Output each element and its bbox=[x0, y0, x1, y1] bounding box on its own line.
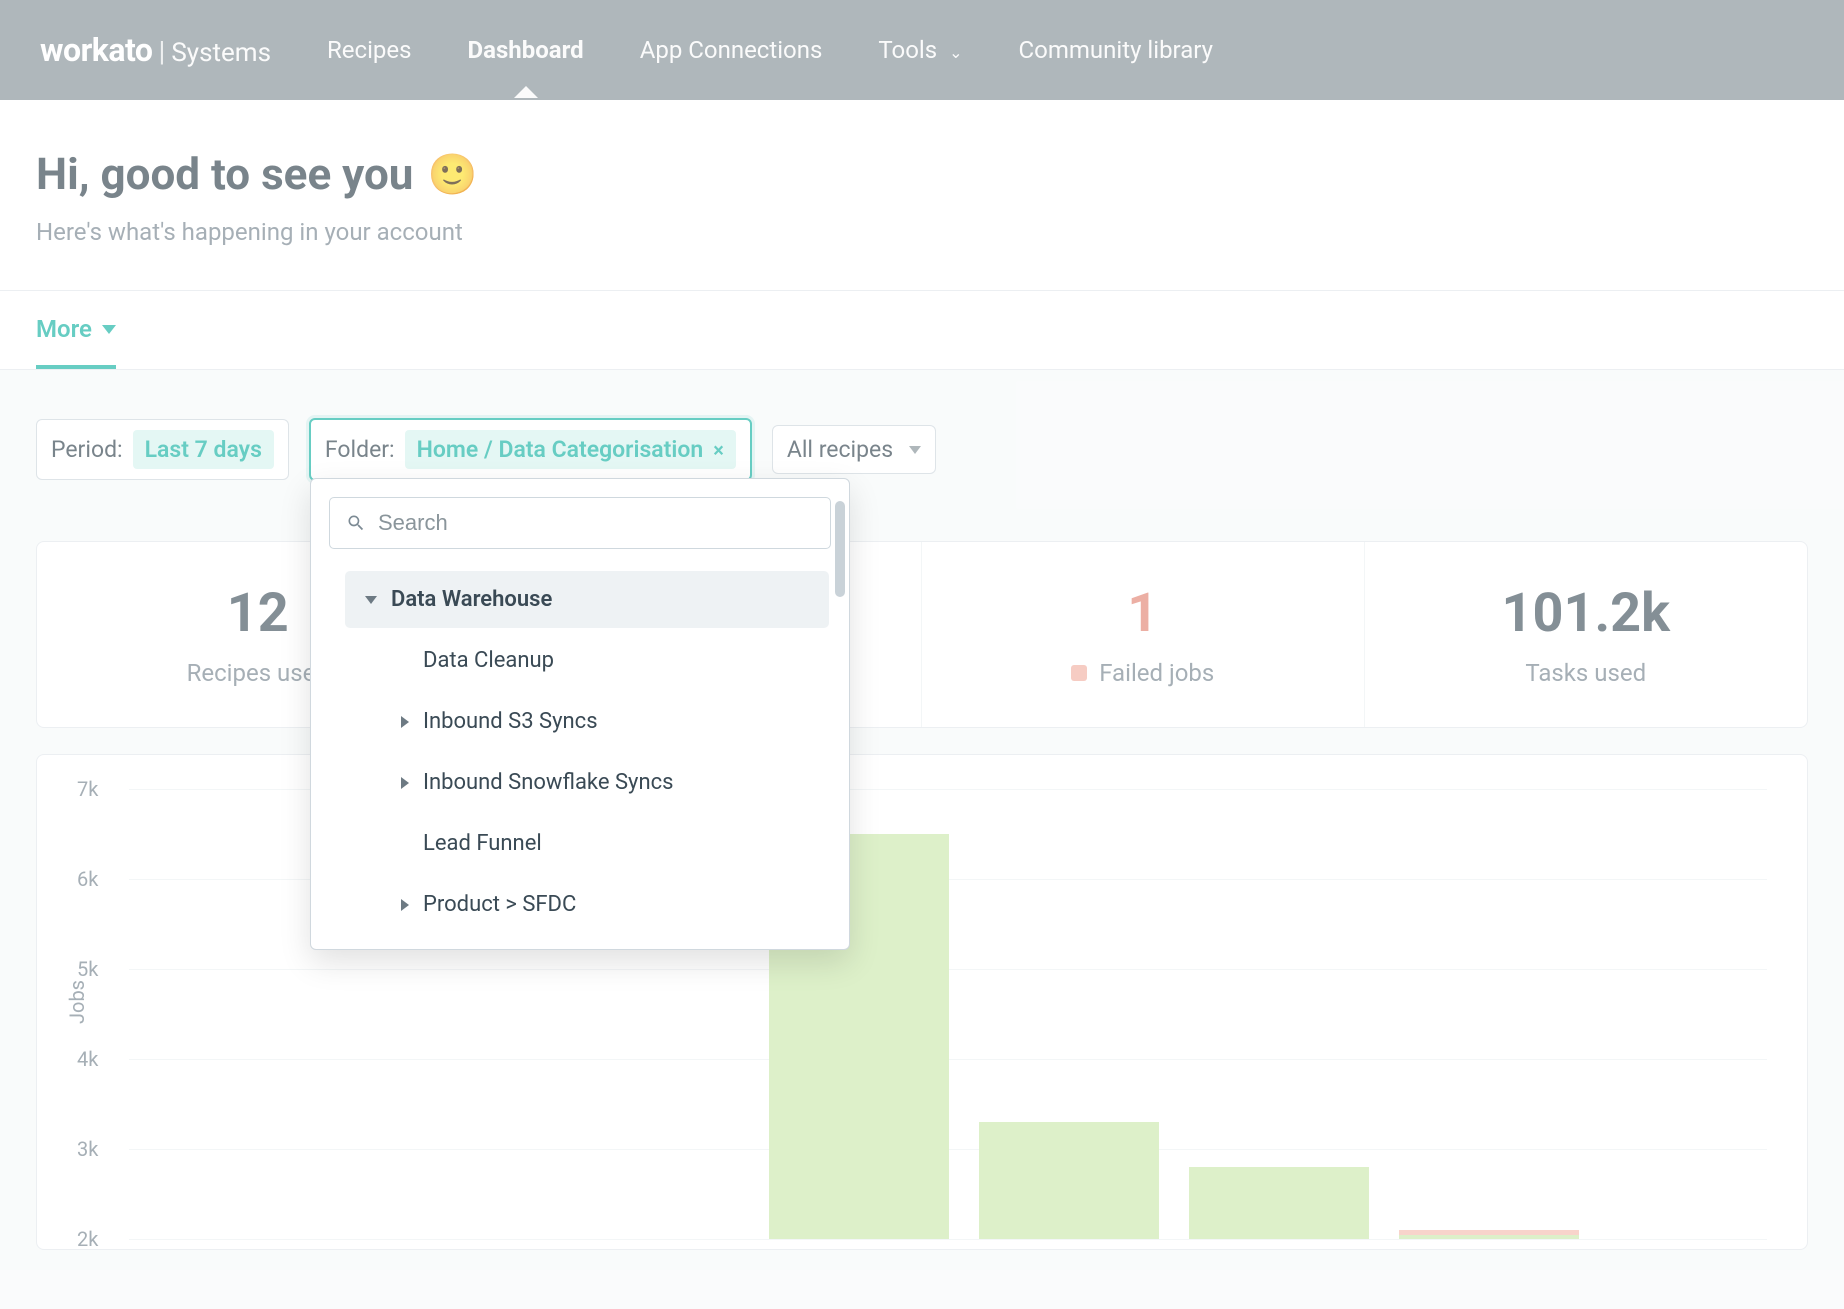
smile-emoji-icon: 🙂 bbox=[427, 151, 477, 198]
chevron-right-icon bbox=[401, 716, 409, 728]
close-icon[interactable]: × bbox=[713, 438, 724, 462]
nav-tools[interactable]: Tools ⌄ bbox=[878, 36, 962, 64]
chart-bar-successful bbox=[979, 1122, 1159, 1239]
brand: workato | Systems bbox=[40, 31, 271, 69]
chevron-right-icon bbox=[401, 777, 409, 789]
stat-tasks-used-value: 101.2k bbox=[1385, 582, 1788, 645]
filter-period-value: Last 7 days bbox=[145, 436, 262, 463]
filter-folder-label: Folder: bbox=[325, 436, 395, 463]
search-icon bbox=[346, 513, 366, 533]
stat-recipes-used-label: Recipes used bbox=[187, 659, 329, 687]
brand-divider-icon: | bbox=[158, 35, 165, 68]
chart-ytick: 3k bbox=[77, 1137, 98, 1161]
chart-bar bbox=[1399, 789, 1579, 1239]
chart-bar bbox=[979, 789, 1159, 1239]
search-input[interactable] bbox=[378, 510, 814, 536]
tree-item-label: Inbound Snowflake Syncs bbox=[423, 770, 673, 795]
filter-period-label: Period: bbox=[51, 436, 123, 463]
filter-period[interactable]: Period: Last 7 days bbox=[36, 419, 289, 480]
chart-bar-successful bbox=[1189, 1167, 1369, 1239]
tree-item[interactable]: Inbound S3 Syncs bbox=[381, 693, 829, 750]
tree-item-label: Data Cleanup bbox=[423, 648, 554, 673]
tree-item-label: Inbound S3 Syncs bbox=[423, 709, 598, 734]
chart-ylabel: Jobs bbox=[65, 980, 89, 1024]
filter-folder-chip: Home / Data Categorisation × bbox=[405, 430, 736, 469]
nav-community-library[interactable]: Community library bbox=[1019, 36, 1213, 64]
tab-more[interactable]: More bbox=[36, 315, 116, 369]
nav-items: Recipes Dashboard App Connections Tools … bbox=[327, 36, 1213, 64]
brand-name: workato bbox=[40, 31, 152, 69]
tree-item[interactable]: Inbound Snowflake Syncs bbox=[381, 754, 829, 811]
folder-dropdown: Data Warehouse Data Cleanup Inbound S3 Syn… bbox=[310, 478, 850, 950]
tree-item-label: Lead Funnel bbox=[423, 831, 542, 856]
chevron-right-icon bbox=[401, 899, 409, 911]
stat-failed-jobs-label: Failed jobs bbox=[1071, 659, 1214, 687]
filter-folder-value: Home / Data Categorisation bbox=[417, 436, 704, 463]
scrollbar[interactable] bbox=[835, 501, 845, 597]
nav-dashboard[interactable]: Dashboard bbox=[468, 36, 584, 64]
brand-sub: Systems bbox=[171, 38, 271, 68]
filter-period-chip: Last 7 days bbox=[133, 430, 274, 469]
tree-item-label: Data Warehouse bbox=[391, 587, 552, 612]
tab-more-label: More bbox=[36, 315, 92, 343]
tree-item[interactable]: Lead Funnel bbox=[381, 815, 829, 872]
stat-tasks-used-label: Tasks used bbox=[1525, 659, 1646, 687]
chart-ytick: 6k bbox=[77, 867, 98, 891]
chart-ytick: 5k bbox=[77, 957, 98, 981]
chart-gridline bbox=[129, 1239, 1767, 1240]
tabs-row: More bbox=[0, 291, 1844, 370]
chart-bar bbox=[1189, 789, 1369, 1239]
page-header: Hi, good to see you 🙂 Here's what's happ… bbox=[0, 100, 1844, 291]
tree-item[interactable]: Product > SFDC bbox=[381, 876, 829, 933]
tree-item[interactable]: Data Warehouse bbox=[345, 571, 829, 628]
stats-row: 12 Recipes used 1 Failed jobs 101.2k Tas… bbox=[36, 541, 1808, 728]
top-nav: workato | Systems Recipes Dashboard App … bbox=[0, 0, 1844, 100]
nav-tools-label: Tools bbox=[878, 36, 937, 64]
stat-tasks-used: 101.2k Tasks used bbox=[1365, 542, 1808, 727]
filters-row: Period: Last 7 days Folder: Home / Data … bbox=[0, 370, 1844, 501]
spacer bbox=[401, 657, 409, 665]
chevron-down-icon bbox=[365, 596, 377, 604]
filter-folder[interactable]: Folder: Home / Data Categorisation × bbox=[309, 418, 752, 481]
filter-recipes[interactable]: All recipes bbox=[772, 425, 936, 474]
tree-item[interactable]: Data Cleanup bbox=[381, 632, 829, 689]
chart-bar bbox=[139, 789, 319, 1239]
chart-bar-successful bbox=[1399, 1235, 1579, 1240]
filter-recipes-value: All recipes bbox=[787, 436, 893, 463]
nav-recipes[interactable]: Recipes bbox=[327, 36, 412, 64]
stat-failed-jobs: 1 Failed jobs bbox=[922, 542, 1365, 727]
chevron-down-icon bbox=[102, 325, 116, 334]
stat-failed-jobs-value: 1 bbox=[942, 582, 1344, 645]
tree-item-label: Product > SFDC bbox=[423, 892, 576, 917]
search-input-wrapper[interactable] bbox=[329, 497, 831, 549]
spacer bbox=[401, 840, 409, 848]
chevron-down-icon: ⌄ bbox=[949, 43, 962, 62]
chart-ytick: 2k bbox=[77, 1227, 98, 1251]
greeting-text: Hi, good to see you bbox=[36, 148, 413, 200]
stat-failed-jobs-label-text: Failed jobs bbox=[1099, 659, 1214, 687]
jobs-chart: Jobs 7k 6k 5k 4k 3k 2k bbox=[36, 754, 1808, 1250]
folder-tree: Data Warehouse Data Cleanup Inbound S3 Syn… bbox=[311, 563, 849, 941]
chevron-down-icon bbox=[909, 446, 921, 454]
chart-ytick: 7k bbox=[77, 777, 98, 801]
failed-legend-icon bbox=[1071, 665, 1087, 681]
chart-ytick: 4k bbox=[77, 1047, 98, 1071]
nav-app-connections[interactable]: App Connections bbox=[640, 36, 823, 64]
greeting-subtitle: Here's what's happening in your account bbox=[36, 218, 1808, 246]
